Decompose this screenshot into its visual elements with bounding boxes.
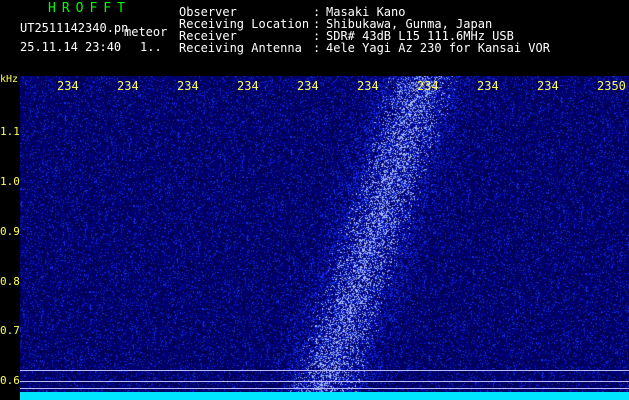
reference-line-middle — [20, 381, 629, 382]
x-tick-8: 234 — [477, 79, 499, 93]
y-tick-2: 1.0 — [0, 175, 20, 188]
header-panel: HROFFT UT2511142340.pn meteor 25.11.14 2… — [0, 0, 629, 76]
reference-line-lower — [20, 388, 629, 389]
x-tick-5: 234 — [297, 79, 319, 93]
x-tick-10: 2350 — [597, 79, 626, 93]
x-tick-9: 234 — [537, 79, 559, 93]
x-tick-4: 234 — [237, 79, 259, 93]
antenna-colon: : — [313, 41, 321, 55]
spectrogram-canvas — [20, 76, 629, 400]
y-tick-5: 0.7 — [0, 324, 20, 337]
y-tick-1: 1.1 — [0, 125, 20, 138]
antenna-label: Receiving Antenna — [179, 41, 302, 55]
filename-label: UT2511142340.pn — [20, 21, 129, 35]
reference-line-upper — [20, 370, 629, 371]
y-axis-unit: kHz — [0, 74, 19, 85]
program-title: HROFFT — [48, 1, 131, 16]
y-tick-6: 0.6 — [0, 374, 20, 387]
datetime-label: 25.11.14 23:40 — [20, 40, 122, 54]
x-tick-6: 234 — [357, 79, 379, 93]
signal-baseline — [20, 392, 629, 400]
spectrogram-plot[interactable] — [20, 76, 629, 400]
x-tick-1: 234 — [57, 79, 79, 93]
counter-label: 1.. — [140, 40, 162, 54]
x-tick-2: 234 — [117, 79, 139, 93]
y-tick-3: 0.9 — [0, 225, 20, 238]
x-tick-3: 234 — [177, 79, 199, 93]
tag-label: meteor — [124, 25, 168, 39]
x-tick-7: 234 — [417, 79, 439, 93]
antenna-value: 4ele Yagi Az 230 for Kansai VOR — [326, 41, 550, 55]
y-tick-4: 0.8 — [0, 275, 20, 288]
